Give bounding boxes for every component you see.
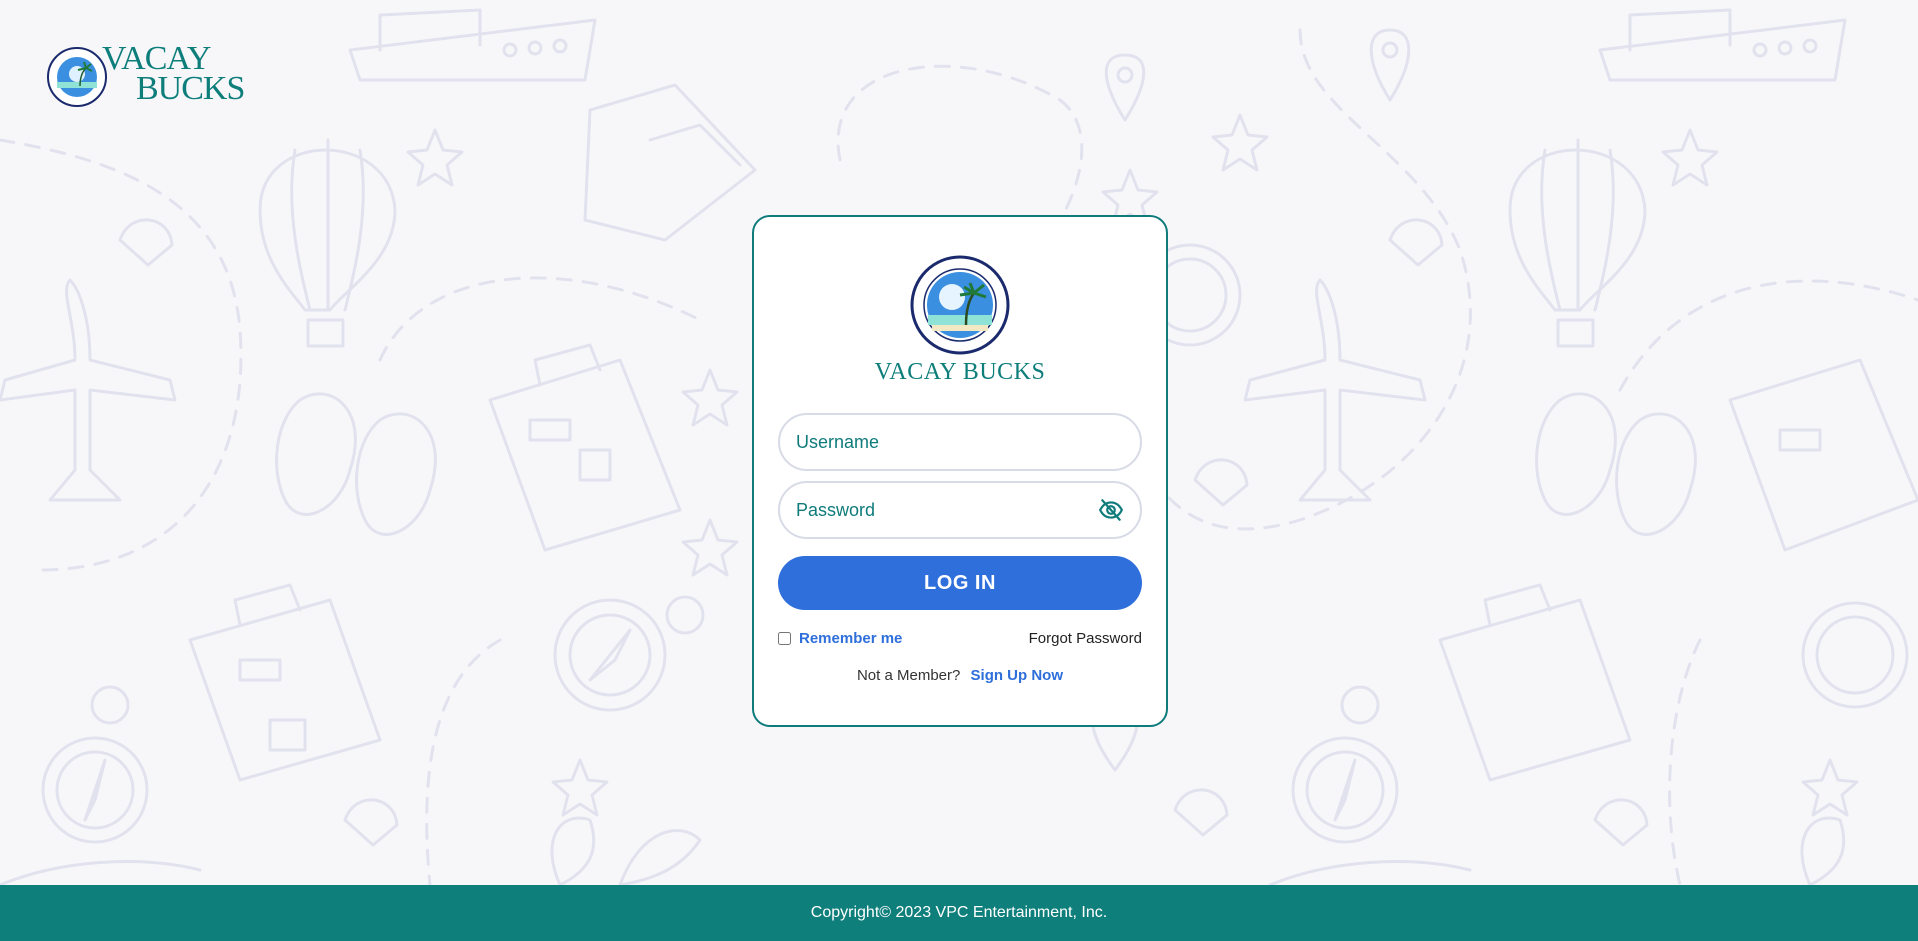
- signup-row: Not a Member? Sign Up Now: [754, 667, 1166, 684]
- brand-seal-icon: [910, 255, 1010, 355]
- copyright-text: Copyright© 2023 VPC Entertainment, Inc.: [810, 904, 1108, 921]
- password-input[interactable]: [796, 499, 1098, 521]
- options-row: Remember me Forgot Password: [778, 628, 1142, 648]
- header-logo-wordmark: VACAY BUCKS: [102, 42, 245, 107]
- username-field[interactable]: [778, 413, 1142, 471]
- header-logo[interactable]: VACAY BUCKS: [46, 42, 256, 112]
- signup-link[interactable]: Sign Up Now: [971, 667, 1064, 684]
- eye-slash-icon[interactable]: [1098, 497, 1124, 523]
- logo-line2: BUCKS: [136, 70, 245, 107]
- brand-name: VACAY BUCKS: [874, 359, 1046, 385]
- logo-seal-icon: [47, 47, 107, 107]
- card-logo: VACAY BUCKS: [754, 255, 1166, 385]
- forgot-password-link[interactable]: Forgot Password: [1029, 630, 1142, 647]
- not-member-text: Not a Member?: [856, 667, 961, 684]
- login-button[interactable]: LOG IN: [778, 556, 1142, 610]
- footer: Copyright© 2023 VPC Entertainment, Inc.: [0, 885, 1918, 941]
- remember-me-checkbox[interactable]: [778, 631, 791, 645]
- remember-me[interactable]: Remember me: [778, 630, 902, 647]
- login-card: VACAY BUCKS LOG IN Remember me Forgot Pa…: [752, 215, 1168, 727]
- password-field[interactable]: [778, 481, 1142, 539]
- remember-me-label[interactable]: Remember me: [799, 630, 902, 647]
- username-input[interactable]: [796, 431, 1124, 453]
